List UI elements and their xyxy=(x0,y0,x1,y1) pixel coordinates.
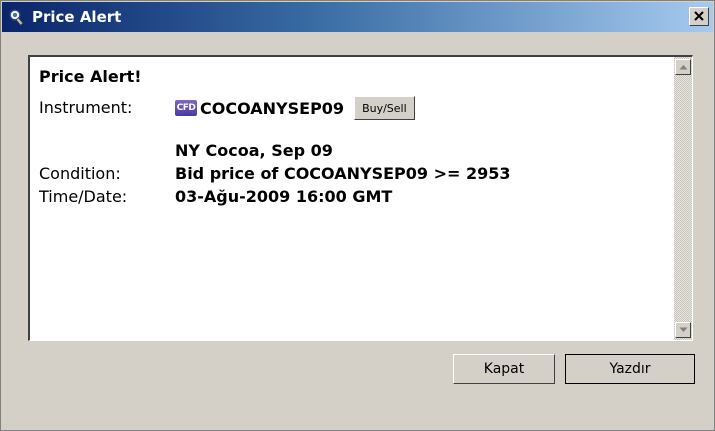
alert-content-frame: Price Alert! Instrument: CFD COCOANYSEP0… xyxy=(28,55,693,341)
title-bar[interactable]: Price Alert xyxy=(2,2,713,32)
condition-label: Condition: xyxy=(39,164,121,183)
time-date-value: 03-Ağu-2009 16:00 GMT xyxy=(175,187,393,206)
alert-content: Price Alert! Instrument: CFD COCOANYSEP0… xyxy=(30,57,674,340)
time-date-label: Time/Date: xyxy=(39,187,128,206)
condition-value: Bid price of COCOANYSEP09 >= 2953 xyxy=(175,164,511,183)
price-alert-window: Price Alert Price Alert! Instrument: CFD… xyxy=(0,0,715,431)
buy-sell-button[interactable]: Buy/Sell xyxy=(354,96,415,120)
window-close-button[interactable] xyxy=(689,7,709,26)
instrument-description: NY Cocoa, Sep 09 xyxy=(175,141,333,160)
alert-heading: Price Alert! xyxy=(39,67,142,86)
instrument-value: CFD COCOANYSEP09 Buy/Sell xyxy=(175,96,415,120)
close-icon xyxy=(694,11,704,21)
instrument-label: Instrument: xyxy=(39,98,133,117)
print-button[interactable]: Yazdır xyxy=(565,354,695,384)
instrument-code: COCOANYSEP09 xyxy=(200,98,345,118)
scroll-up-button[interactable] xyxy=(675,59,691,75)
arrow-up-icon xyxy=(679,65,688,70)
vertical-scrollbar[interactable] xyxy=(674,57,692,340)
cfd-icon: CFD xyxy=(175,100,197,116)
alert-bell-icon xyxy=(8,8,26,26)
arrow-down-icon xyxy=(679,327,688,332)
close-button[interactable]: Kapat xyxy=(453,354,555,384)
window-title: Price Alert xyxy=(32,8,122,26)
scroll-down-button[interactable] xyxy=(675,322,691,338)
